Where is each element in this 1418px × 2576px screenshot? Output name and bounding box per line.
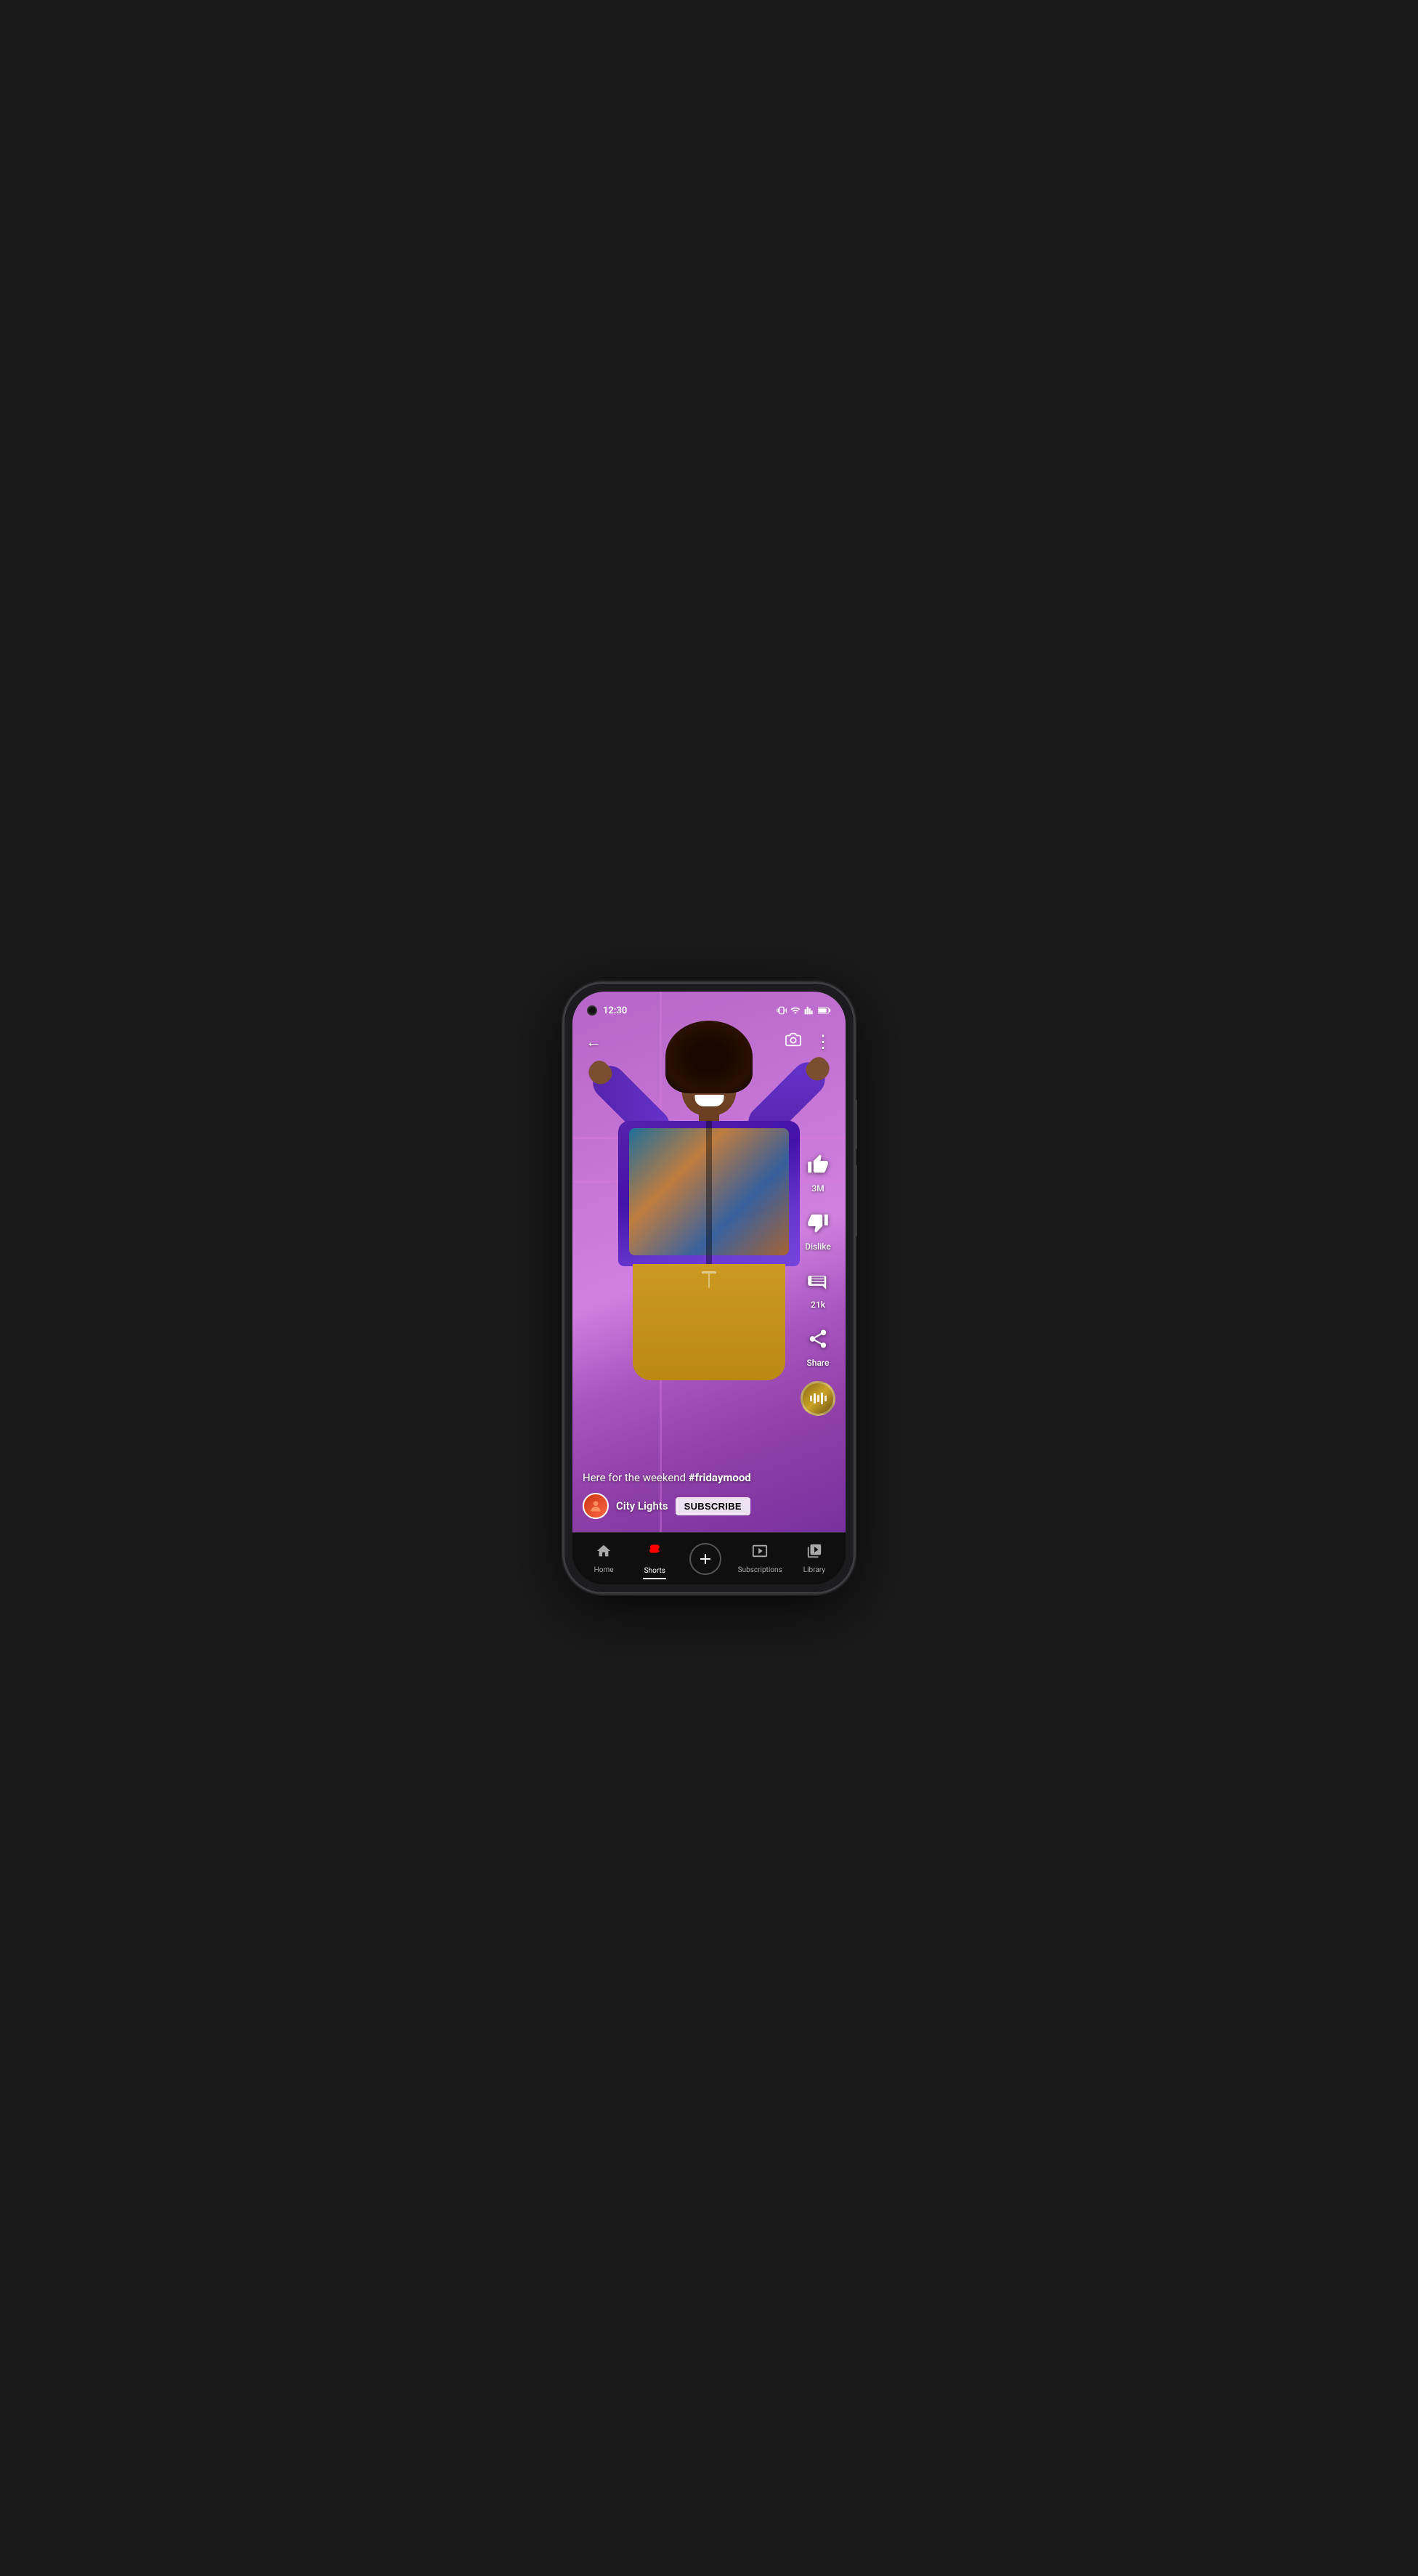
nav-active-indicator xyxy=(643,1578,666,1579)
like-count: 3M xyxy=(811,1183,824,1194)
shorts-label: Shorts xyxy=(644,1567,665,1575)
signal-icon xyxy=(804,1005,814,1016)
bottom-navigation: Home Shorts xyxy=(572,1532,846,1584)
more-options-button[interactable]: ⋮ xyxy=(814,1032,832,1052)
phone-device: 12:30 xyxy=(564,983,854,1593)
comment-count: 21k xyxy=(811,1300,825,1310)
share-action[interactable]: Share xyxy=(802,1323,834,1368)
wifi-icon xyxy=(790,1005,801,1016)
share-label: Share xyxy=(807,1358,830,1368)
nav-shorts[interactable]: Shorts xyxy=(633,1538,676,1579)
channel-row: City Lights SUBSCRIBE xyxy=(583,1493,795,1519)
side-actions: 3M Dislike xyxy=(801,1149,835,1416)
status-right xyxy=(777,1005,831,1016)
dislike-label: Dislike xyxy=(805,1242,831,1252)
person-figure xyxy=(607,1013,811,1449)
back-button[interactable]: ← xyxy=(586,1032,601,1051)
nav-library[interactable]: Library xyxy=(793,1539,836,1579)
music-disc xyxy=(801,1381,835,1416)
channel-name[interactable]: City Lights xyxy=(616,1499,668,1512)
like-action[interactable]: 3M xyxy=(802,1149,834,1194)
dislike-icon xyxy=(802,1207,834,1239)
clock: 12:30 xyxy=(603,1005,627,1016)
comments-action[interactable]: 21k xyxy=(802,1265,834,1310)
nav-home[interactable]: Home xyxy=(582,1539,625,1579)
vibrate-icon xyxy=(777,1005,787,1016)
share-icon xyxy=(802,1323,834,1355)
home-icon xyxy=(596,1543,612,1563)
channel-avatar[interactable] xyxy=(583,1493,609,1519)
camera-button[interactable] xyxy=(785,1032,801,1052)
comments-icon xyxy=(802,1265,834,1297)
nav-create[interactable] xyxy=(684,1539,727,1579)
video-area[interactable]: ← ⋮ xyxy=(572,992,846,1532)
front-camera xyxy=(587,1005,597,1016)
top-navigation: ← ⋮ xyxy=(572,1024,846,1060)
subscribe-button[interactable]: SUBSCRIBE xyxy=(676,1497,750,1515)
status-left: 12:30 xyxy=(587,1005,627,1016)
battery-icon xyxy=(818,1006,831,1015)
create-icon xyxy=(689,1543,721,1575)
video-background: ← ⋮ xyxy=(572,992,846,1532)
shorts-icon xyxy=(646,1542,663,1564)
video-bottom-info: Here for the weekend #fridaymood City Li… xyxy=(583,1471,795,1519)
nav-subscriptions[interactable]: Subscriptions xyxy=(735,1539,785,1579)
library-icon xyxy=(806,1543,822,1563)
subscriptions-label: Subscriptions xyxy=(738,1566,782,1574)
library-label: Library xyxy=(803,1566,825,1574)
music-action[interactable] xyxy=(801,1381,835,1416)
phone-screen: 12:30 xyxy=(572,992,846,1584)
home-label: Home xyxy=(594,1566,614,1574)
subscriptions-icon xyxy=(752,1543,768,1563)
caption-text: Here for the weekend xyxy=(583,1471,689,1484)
dislike-action[interactable]: Dislike xyxy=(802,1207,834,1252)
like-icon xyxy=(802,1149,834,1180)
status-bar: 12:30 xyxy=(572,992,846,1024)
video-caption: Here for the weekend #fridaymood xyxy=(583,1471,795,1484)
nav-right-icons: ⋮ xyxy=(785,1032,832,1052)
caption-hashtag: #fridaymood xyxy=(689,1471,751,1484)
